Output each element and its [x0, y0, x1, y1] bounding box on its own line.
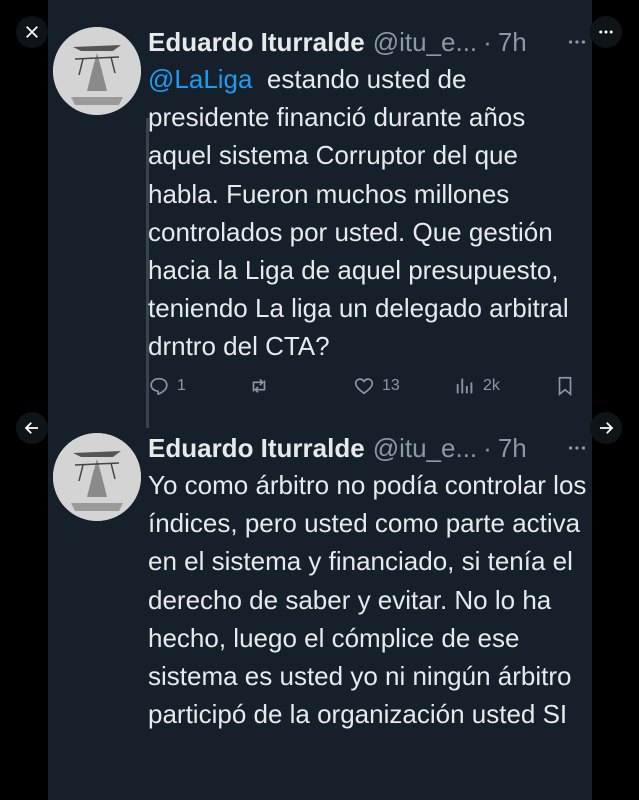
- views-button[interactable]: 2k: [454, 375, 500, 397]
- avatar[interactable]: [53, 433, 141, 521]
- avatar[interactable]: [53, 27, 141, 115]
- retweet-button[interactable]: [248, 375, 277, 397]
- avatar-image: [53, 27, 141, 115]
- more-horizontal-icon: [568, 40, 586, 44]
- reply-button[interactable]: 1: [148, 375, 186, 397]
- separator-dot: ·: [483, 432, 492, 463]
- tweet-text: Yo como árbitro no podía controlar los í…: [148, 470, 587, 730]
- view-count: 2k: [483, 377, 500, 394]
- tweet-more-button[interactable]: [565, 30, 589, 54]
- retweet-icon: [252, 378, 266, 394]
- separator-dot: ·: [483, 26, 492, 57]
- reply-count: 1: [177, 377, 186, 394]
- close-button[interactable]: [16, 16, 48, 48]
- previous-button[interactable]: [16, 412, 48, 444]
- arrow-right-icon: [600, 422, 614, 434]
- reply-icon: [150, 377, 168, 396]
- tweet-header: Eduardo Iturralde @itu_e... · 7h: [148, 22, 527, 62]
- author-handle[interactable]: @itu_e...: [373, 27, 477, 58]
- like-count: 13: [382, 377, 400, 394]
- avatar-image: [53, 433, 141, 521]
- tweet-actions: 1 13 2k: [148, 372, 588, 400]
- bookmark-button[interactable]: [554, 375, 583, 397]
- tweet-text: @LaLiga estando usted de presidente fina…: [148, 60, 588, 366]
- more-horizontal-icon: [568, 446, 586, 450]
- timestamp[interactable]: 7h: [498, 433, 527, 464]
- author-name[interactable]: Eduardo Iturralde: [148, 27, 365, 58]
- tweet-body: estando usted de presidente financió dur…: [148, 64, 576, 362]
- close-icon: [26, 26, 38, 38]
- next-button[interactable]: [590, 412, 622, 444]
- tweet-header: Eduardo Iturralde @itu_e... · 7h: [148, 428, 527, 468]
- heart-icon: [354, 378, 374, 395]
- mention-link[interactable]: @LaLiga: [148, 64, 252, 94]
- more-options-button[interactable]: [590, 16, 622, 48]
- more-horizontal-icon: [599, 30, 613, 34]
- arrow-left-icon: [24, 422, 38, 434]
- analytics-icon: [456, 378, 473, 394]
- timestamp[interactable]: 7h: [498, 27, 527, 58]
- author-handle[interactable]: @itu_e...: [373, 433, 477, 464]
- bookmark-icon: [558, 376, 572, 397]
- tweet-more-button[interactable]: [565, 436, 589, 460]
- like-button[interactable]: 13: [353, 375, 400, 397]
- author-name[interactable]: Eduardo Iturralde: [148, 433, 365, 464]
